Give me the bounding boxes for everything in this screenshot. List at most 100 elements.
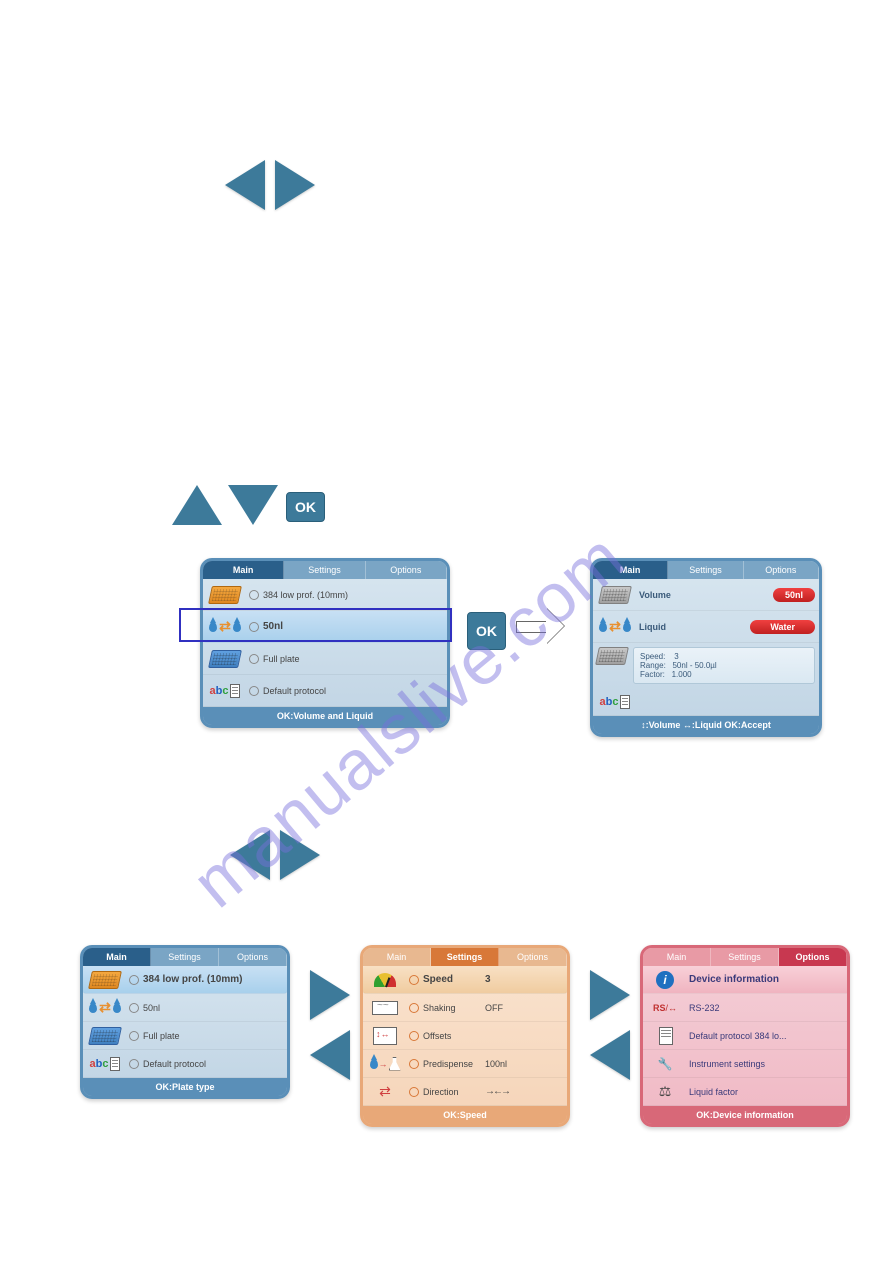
row-full-plate[interactable]: Full plate <box>203 643 447 675</box>
selection-marker <box>179 608 452 642</box>
arrow-left-icon[interactable] <box>310 1030 350 1080</box>
tab-main[interactable]: Main <box>363 948 431 966</box>
row-device-info-selected[interactable]: i Device information <box>643 966 847 994</box>
full-plate-label: Full plate <box>143 1031 180 1041</box>
arrow-down-icon[interactable] <box>228 485 278 525</box>
rs232-icon: RS/↔ <box>647 994 683 1022</box>
tab-options[interactable]: Options <box>779 948 847 966</box>
plate-label: 384 low prof. (10mm) <box>263 590 348 600</box>
abc-icon: abc <box>87 1050 123 1078</box>
panel-volume-liquid-detail: Main Settings Options Volume 50nl ⇄ Liqu… <box>590 558 822 737</box>
panel-footer: OK:Speed <box>363 1106 567 1124</box>
info-icon: i <box>647 966 683 994</box>
liquid-icon: ⇄ <box>597 613 633 641</box>
radio-icon <box>129 1031 139 1041</box>
radio-icon <box>249 590 259 600</box>
volume-label: Volume <box>639 590 671 600</box>
protocol-label: Default protocol <box>263 686 326 696</box>
radio-icon <box>409 1003 419 1013</box>
arrow-left-icon[interactable] <box>230 830 270 880</box>
row-rs232[interactable]: RS/↔ RS-232 <box>643 994 847 1022</box>
predisp-value: 100nl <box>485 1059 507 1069</box>
instrument-icon: 🔧 <box>647 1050 683 1078</box>
balance-icon: ⚖ <box>647 1078 683 1106</box>
predisp-label: Predispense <box>423 1059 485 1069</box>
row-instrument-settings[interactable]: 🔧 Instrument settings <box>643 1050 847 1078</box>
arrow-right-icon[interactable] <box>280 830 320 880</box>
plate-label: 384 low prof. (10mm) <box>143 974 242 985</box>
plate-icon <box>207 581 243 609</box>
doc-icon <box>647 1022 683 1050</box>
tab-bar: Main Settings Options <box>593 561 819 579</box>
liquid-pill[interactable]: Water <box>750 620 815 634</box>
tab-bar: Main Settings Options <box>363 948 567 966</box>
arrow-right-icon[interactable] <box>310 970 350 1020</box>
radio-icon <box>249 686 259 696</box>
info-box: Speed: 3 Range: 50nl - 50.0µl Factor: 1.… <box>633 647 815 684</box>
tab-main[interactable]: Main <box>643 948 711 966</box>
tab-bar: Main Settings Options <box>643 948 847 966</box>
panel-footer: OK:Plate type <box>83 1078 287 1096</box>
full-plate-icon <box>207 645 243 673</box>
panel-footer: ↕:Volume ↔:Liquid OK:Accept <box>593 716 819 734</box>
speed-label: Speed <box>423 974 485 985</box>
radio-icon <box>409 975 419 985</box>
ok-button[interactable]: OK <box>467 612 506 650</box>
row-full-plate[interactable]: Full plate <box>83 1022 287 1050</box>
tab-settings[interactable]: Settings <box>284 561 365 579</box>
tab-main[interactable]: Main <box>203 561 284 579</box>
offsets-icon <box>367 1022 403 1050</box>
device-info-label: Device information <box>689 974 779 985</box>
row-liquid-factor[interactable]: ⚖ Liquid factor <box>643 1078 847 1106</box>
plate-grey-icon <box>597 581 633 609</box>
gauge-icon <box>367 966 403 994</box>
arrow-right-icon[interactable] <box>275 160 315 210</box>
speed-value: 3 <box>485 974 491 985</box>
ok-button[interactable]: OK <box>286 492 325 522</box>
tab-main[interactable]: Main <box>83 948 151 966</box>
tab-settings[interactable]: Settings <box>151 948 219 966</box>
rs232-label: RS-232 <box>689 1003 720 1013</box>
arrow-right-icon[interactable] <box>590 970 630 1020</box>
tab-options[interactable]: Options <box>219 948 287 966</box>
row-default-protocol[interactable]: Default protocol 384 lo... <box>643 1022 847 1050</box>
tab-bar: Main Settings Options <box>83 948 287 966</box>
shaking-value: OFF <box>485 1003 503 1013</box>
panel-main-volume-liquid: Main Settings Options 384 low prof. (10m… <box>200 558 450 728</box>
tab-options[interactable]: Options <box>744 561 819 579</box>
row-direction[interactable]: ⇄ Direction →←→ <box>363 1078 567 1106</box>
volume-pill[interactable]: 50nl <box>773 588 815 602</box>
tab-main[interactable]: Main <box>593 561 668 579</box>
row-protocol[interactable]: abc Default protocol <box>203 675 447 707</box>
row-plate[interactable]: 384 low prof. (10mm) <box>203 579 447 611</box>
instrument-label: Instrument settings <box>689 1059 765 1069</box>
row-liquid[interactable]: ⇄ 50nl <box>83 994 287 1022</box>
liquid-label: Liquid <box>639 622 666 632</box>
panel-main-small: Main Settings Options 384 low prof. (10m… <box>80 945 290 1099</box>
tab-options[interactable]: Options <box>499 948 567 966</box>
radio-icon <box>409 1087 419 1097</box>
radio-icon <box>409 1031 419 1041</box>
liquid-icon: ⇄ <box>87 994 123 1022</box>
tab-settings[interactable]: Settings <box>668 561 743 579</box>
row-speed-selected[interactable]: Speed 3 <box>363 966 567 994</box>
arrow-left-icon[interactable] <box>225 160 265 210</box>
tab-settings[interactable]: Settings <box>431 948 499 966</box>
row-shaking[interactable]: Shaking OFF <box>363 994 567 1022</box>
shaking-label: Shaking <box>423 1003 485 1013</box>
panel-settings: Main Settings Options Speed 3 Shaking OF… <box>360 945 570 1127</box>
arrow-left-icon[interactable] <box>590 1030 630 1080</box>
row-protocol[interactable]: abc Default protocol <box>83 1050 287 1078</box>
row-offsets[interactable]: Offsets <box>363 1022 567 1050</box>
tab-options[interactable]: Options <box>366 561 447 579</box>
row-protocol[interactable]: abc <box>593 688 819 716</box>
info-row: Speed: 3 Range: 50nl - 50.0µl Factor: 1.… <box>593 643 819 688</box>
row-predispense[interactable]: → Predispense 100nl <box>363 1050 567 1078</box>
panel-options: Main Settings Options i Device informati… <box>640 945 850 1127</box>
liquid-label: 50nl <box>143 1003 160 1013</box>
row-plate-selected[interactable]: 384 low prof. (10mm) <box>83 966 287 994</box>
arrow-up-icon[interactable] <box>172 485 222 525</box>
direction-icon: ⇄ <box>367 1078 403 1106</box>
full-plate-label: Full plate <box>263 654 300 664</box>
tab-settings[interactable]: Settings <box>711 948 779 966</box>
